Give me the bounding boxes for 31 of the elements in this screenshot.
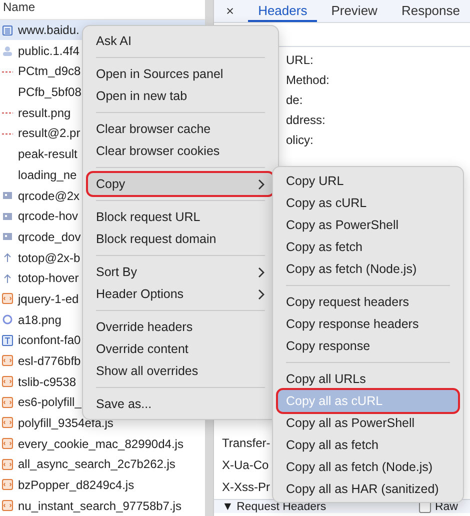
header-name: Transfer- <box>222 435 270 452</box>
general-label: ddress: <box>286 112 326 129</box>
request-name: every_cookie_mac_82990d4.js <box>18 436 184 451</box>
request-name: www.baidu. <box>18 23 80 38</box>
request-name: result.png <box>18 106 71 120</box>
request-name: iconfont-fa0 <box>18 333 81 348</box>
request-name: PCtm_d9c8 <box>18 64 81 78</box>
request-name: esl-d776bfb <box>18 354 81 368</box>
request-name: qrcode-hov <box>18 209 78 224</box>
request-name: nu_instant_search_97758b7.js <box>18 498 182 513</box>
request-name: qrcode_dov <box>18 230 81 244</box>
request-name: tslib-c9538 <box>18 374 76 389</box>
request-name: qrcode@2x <box>18 188 80 202</box>
request-name: bzPopper_d8249c4.js <box>18 478 134 492</box>
general-label: olicy: <box>286 132 314 149</box>
column-header: Name <box>0 0 205 20</box>
request-name: all_async_search_2c7b262.js <box>18 457 176 472</box>
request-name: public.1.4f4 <box>18 44 80 58</box>
request-name: jquery-1-ed <box>18 292 79 306</box>
request-name: a18.png <box>18 312 62 327</box>
request-name: totop@2x-b <box>18 250 80 265</box>
header-name: X-Xss-Pr <box>222 479 270 496</box>
request-name: es6-polyfill_ <box>18 395 82 410</box>
general-label: de: <box>286 92 303 109</box>
header-name: X-Ua-Co <box>222 457 269 474</box>
general-label: URL: <box>286 52 314 69</box>
section-title: ▼ Request Headers <box>222 500 326 512</box>
request-name: result@2.pr <box>18 126 80 140</box>
request-name: polyfill_9354efa.js <box>18 416 114 430</box>
general-label: Method: <box>286 72 330 89</box>
request-name: totop-hover <box>18 271 79 286</box>
